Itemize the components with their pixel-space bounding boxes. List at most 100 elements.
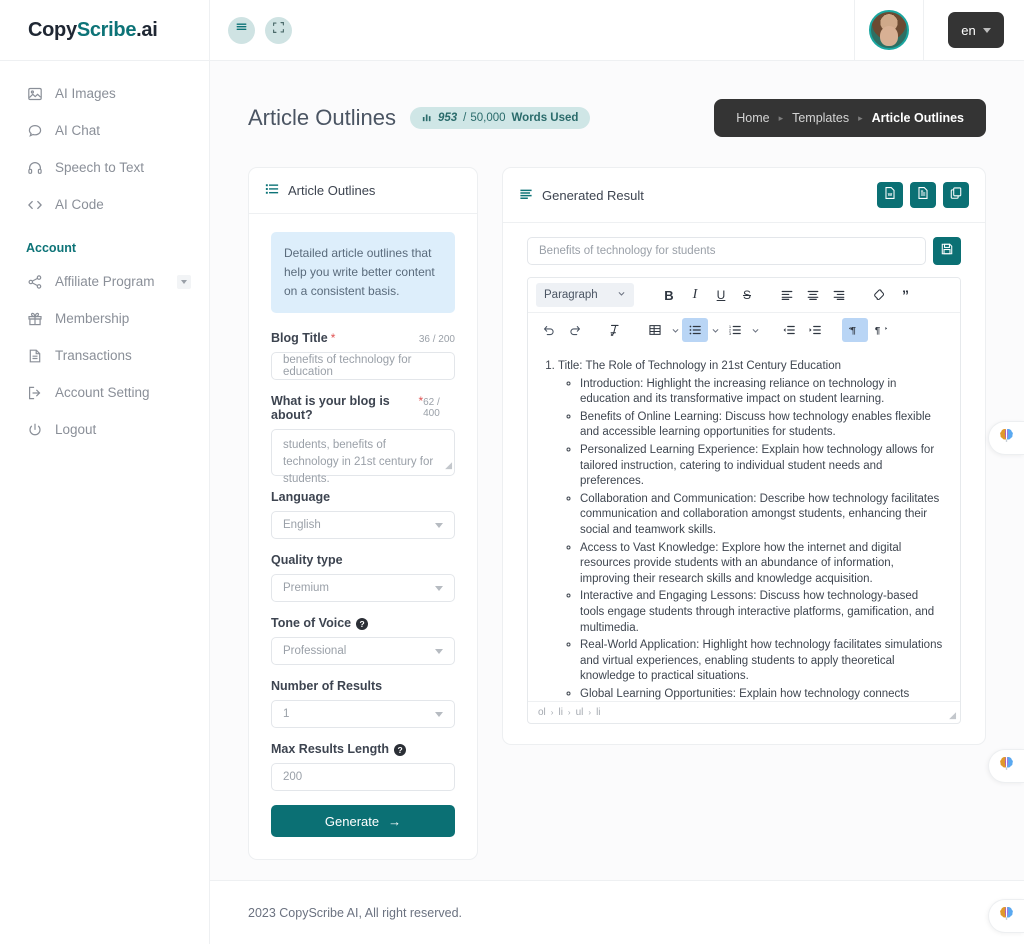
blog-title-label: Blog Title (271, 331, 328, 345)
blog-about-label: What is your blog is about? (271, 394, 390, 422)
words-used-badge: 953 /50,000 Words Used (409, 107, 591, 129)
fullscreen-button[interactable] (265, 16, 292, 44)
form-description: Detailed article outlines that help you … (271, 232, 455, 313)
headphones-icon (26, 159, 43, 176)
generate-button[interactable]: Generate → (271, 805, 455, 837)
words-used-label: Words Used (511, 112, 579, 124)
language-select[interactable]: English (271, 511, 455, 539)
number-of-results-value: 1 (283, 708, 290, 720)
export-pdf-button[interactable] (910, 182, 936, 208)
breadcrumb-item-home[interactable]: Home (736, 111, 769, 125)
bar-chart-icon (422, 112, 432, 125)
align-left-button[interactable] (774, 283, 800, 307)
chevron-down-icon[interactable] (177, 274, 191, 289)
outline-heading: Title: The Role of Technology in 21st Ce… (558, 360, 841, 372)
page-title: Article Outlines (248, 105, 396, 130)
breadcrumb-separator: ▸ (778, 112, 784, 123)
sidebar-item-ai-chat[interactable]: AI Chat (0, 112, 209, 149)
status-path-segment[interactable]: ol (538, 707, 546, 718)
sidebar-item-label: Account Setting (55, 385, 150, 400)
brand-logo[interactable]: Copy Scribe .ai (0, 0, 210, 61)
language-select-value: English (283, 519, 321, 531)
bullet-list-dropdown-toggle[interactable] (708, 318, 722, 342)
copy-button[interactable] (943, 182, 969, 208)
form-card-title: Article Outlines (288, 183, 376, 198)
block-format-select[interactable]: Paragraph (536, 283, 634, 307)
language-selector-label: en (961, 22, 976, 38)
required-marker: * (330, 331, 336, 345)
help-icon[interactable]: ? (356, 618, 369, 630)
align-right-button[interactable] (826, 283, 852, 307)
tone-of-voice-select[interactable]: Professional (271, 637, 455, 665)
ai-assistant-tab-1[interactable] (988, 421, 1024, 455)
quality-type-select[interactable]: Premium (271, 574, 455, 602)
top-bar-right: en (854, 0, 1024, 61)
sidebar-item-ai-code[interactable]: AI Code (0, 186, 209, 223)
top-bar: Copy Scribe .ai en (0, 0, 1024, 61)
sidebar-item-logout[interactable]: Logout (0, 411, 209, 448)
sidebar-item-affiliate-program[interactable]: Affiliate Program (0, 263, 209, 300)
block-format-value: Paragraph (544, 289, 598, 301)
avatar[interactable] (869, 10, 909, 50)
italic-button[interactable]: I (682, 283, 708, 307)
breadcrumb-item-templates[interactable]: Templates (792, 111, 849, 125)
blog-title-input[interactable]: benefits of technology for education (271, 352, 455, 380)
help-icon[interactable]: ? (394, 744, 407, 756)
editor-toolbar-row-2: 123 ¶ ¶ (528, 313, 960, 347)
bold-button[interactable]: B (656, 283, 682, 307)
bullet-list-button[interactable] (682, 318, 708, 342)
status-path-segment[interactable]: ul (576, 707, 584, 718)
sidebar-item-membership[interactable]: Membership (0, 300, 209, 337)
blog-about-textarea[interactable]: students, benefits of technology in 21st… (271, 429, 455, 485)
outline-point: Personalized Learning Experience: Explai… (580, 443, 944, 490)
words-total: 50,000 (470, 112, 506, 124)
status-path-segment[interactable]: li (558, 707, 562, 718)
save-button[interactable] (933, 237, 961, 265)
numbered-list-button[interactable]: 123 (722, 318, 748, 342)
footer: 2023 CopyScribe AI, All right reserved. (210, 880, 1024, 944)
chevron-down-icon (435, 648, 443, 654)
link-button[interactable] (866, 283, 892, 307)
brain-icon (998, 755, 1015, 777)
ltr-button[interactable]: ¶ (842, 318, 868, 342)
arrow-right-icon: → (388, 813, 402, 829)
underline-button[interactable]: U (708, 283, 734, 307)
resize-handle-icon[interactable]: ◢ (445, 457, 452, 474)
language-selector[interactable]: en (948, 12, 1004, 48)
avatar-container[interactable] (854, 0, 924, 61)
undo-button[interactable] (536, 318, 562, 342)
strikethrough-button[interactable]: S (734, 283, 760, 307)
table-button[interactable] (642, 318, 668, 342)
export-word-button[interactable]: W (877, 182, 903, 208)
sidebar-item-transactions[interactable]: Transactions (0, 337, 209, 374)
field-quality-type: Quality type Premium (271, 553, 455, 602)
ai-assistant-tab-3[interactable] (988, 899, 1024, 933)
numbered-list-dropdown-toggle[interactable] (748, 318, 762, 342)
redo-button[interactable] (562, 318, 588, 342)
code-icon (26, 196, 43, 213)
tone-of-voice-select-value: Professional (283, 645, 347, 657)
indent-button[interactable] (802, 318, 828, 342)
hamburger-menu-button[interactable] (228, 16, 255, 44)
chevron-down-icon (435, 522, 443, 528)
sidebar-item-ai-images[interactable]: AI Images (0, 75, 209, 112)
chevron-down-icon (982, 27, 991, 33)
rtl-button[interactable]: ¶ (868, 318, 894, 342)
outdent-button[interactable] (776, 318, 802, 342)
result-title-input[interactable]: Benefits of technology for students (527, 237, 926, 265)
resize-handle-icon[interactable]: ◢ (949, 710, 956, 721)
blockquote-button[interactable]: ” (892, 283, 918, 307)
clear-format-button[interactable] (602, 318, 628, 342)
number-of-results-select[interactable]: 1 (271, 700, 455, 728)
sidebar-item-speech-to-text[interactable]: Speech to Text (0, 149, 209, 186)
ai-assistant-tab-2[interactable] (988, 749, 1024, 783)
max-results-length-input[interactable]: 200 (271, 763, 455, 791)
sidebar-item-account-setting[interactable]: Account Setting (0, 374, 209, 411)
align-center-button[interactable] (800, 283, 826, 307)
quality-type-select-value: Premium (283, 582, 330, 594)
editor-content[interactable]: Title: The Role of Technology in 21st Ce… (528, 347, 960, 701)
table-dropdown-toggle[interactable] (668, 318, 682, 342)
tone-of-voice-label: Tone of Voice (271, 616, 352, 630)
breadcrumb-item-current[interactable]: Article Outlines (872, 111, 964, 125)
status-path-segment[interactable]: li (596, 707, 600, 718)
